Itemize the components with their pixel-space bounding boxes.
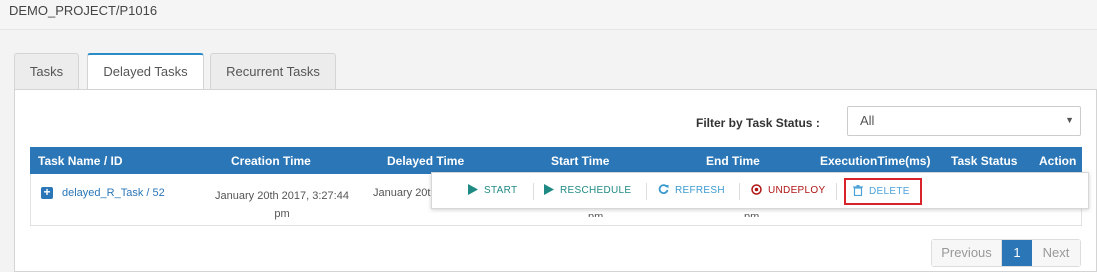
trash-icon: [853, 185, 863, 197]
col-start-time[interactable]: Start Time: [551, 154, 609, 168]
col-task-name[interactable]: Task Name / ID: [38, 154, 122, 168]
play-icon: [544, 184, 554, 195]
divider: [533, 183, 534, 200]
start-label: START: [484, 185, 518, 196]
expand-icon[interactable]: +: [41, 186, 53, 199]
delete-label: DELETE: [869, 186, 910, 197]
col-task-status[interactable]: Task Status: [951, 154, 1017, 168]
action-menu: START RESCHEDULE REFRESH UNDEPLOY DELETE: [431, 172, 1089, 209]
undeploy-label: UNDEPLOY: [768, 185, 826, 196]
previous-page-button[interactable]: Previous: [932, 240, 1002, 266]
divider: [646, 183, 647, 200]
chevron-down-icon: ▼: [1065, 115, 1074, 125]
refresh-label: REFRESH: [675, 185, 725, 196]
task-link[interactable]: delayed_R_Task / 52: [62, 187, 165, 199]
project-title: DEMO_PROJECT/P1016: [9, 3, 158, 18]
start-button[interactable]: START: [468, 179, 517, 204]
col-creation-time[interactable]: Creation Time: [231, 154, 311, 168]
col-execution-time[interactable]: ExecutionTime(ms): [820, 154, 930, 168]
divider: [739, 183, 740, 200]
task-status-select[interactable]: All ▼: [847, 106, 1081, 136]
delete-button[interactable]: DELETE: [844, 178, 922, 205]
col-end-time[interactable]: End Time: [706, 154, 760, 168]
page-1-button[interactable]: 1: [1002, 240, 1032, 266]
play-icon: [468, 184, 478, 195]
col-action: Action: [1039, 154, 1077, 168]
refresh-icon: [658, 184, 669, 194]
creation-time-line1: January 20th 2017, 3:27:44: [215, 190, 349, 202]
table-header: Task Name / ID Creation Time Delayed Tim…: [30, 147, 1082, 174]
filter-label: Filter by Task Status :: [696, 116, 820, 130]
divider: [836, 183, 837, 200]
creation-time-cell: January 20th 2017, 3:27:44 pm: [206, 187, 358, 223]
creation-time-line2: pm: [274, 208, 290, 220]
tab-delayed-tasks[interactable]: Delayed Tasks: [87, 53, 204, 90]
next-page-button[interactable]: Next: [1032, 240, 1080, 266]
pagination: Previous 1 Next: [931, 239, 1081, 267]
task-status-selected: All: [860, 113, 875, 128]
end-time-fragment: pm: [744, 211, 760, 217]
tab-tasks[interactable]: Tasks: [14, 53, 79, 89]
reschedule-button[interactable]: RESCHEDULE: [544, 179, 631, 204]
start-time-fragment: pm: [588, 211, 604, 217]
tab-recurrent-tasks[interactable]: Recurrent Tasks: [210, 53, 336, 89]
delayed-time-cell: January 20th: [373, 187, 437, 199]
header-bar: DEMO_PROJECT/P1016: [0, 0, 1097, 30]
stop-circle-icon: [751, 184, 762, 195]
refresh-button[interactable]: REFRESH: [658, 179, 725, 204]
undeploy-button[interactable]: UNDEPLOY: [751, 179, 825, 204]
col-delayed-time[interactable]: Delayed Time: [387, 154, 464, 168]
reschedule-label: RESCHEDULE: [560, 185, 632, 196]
